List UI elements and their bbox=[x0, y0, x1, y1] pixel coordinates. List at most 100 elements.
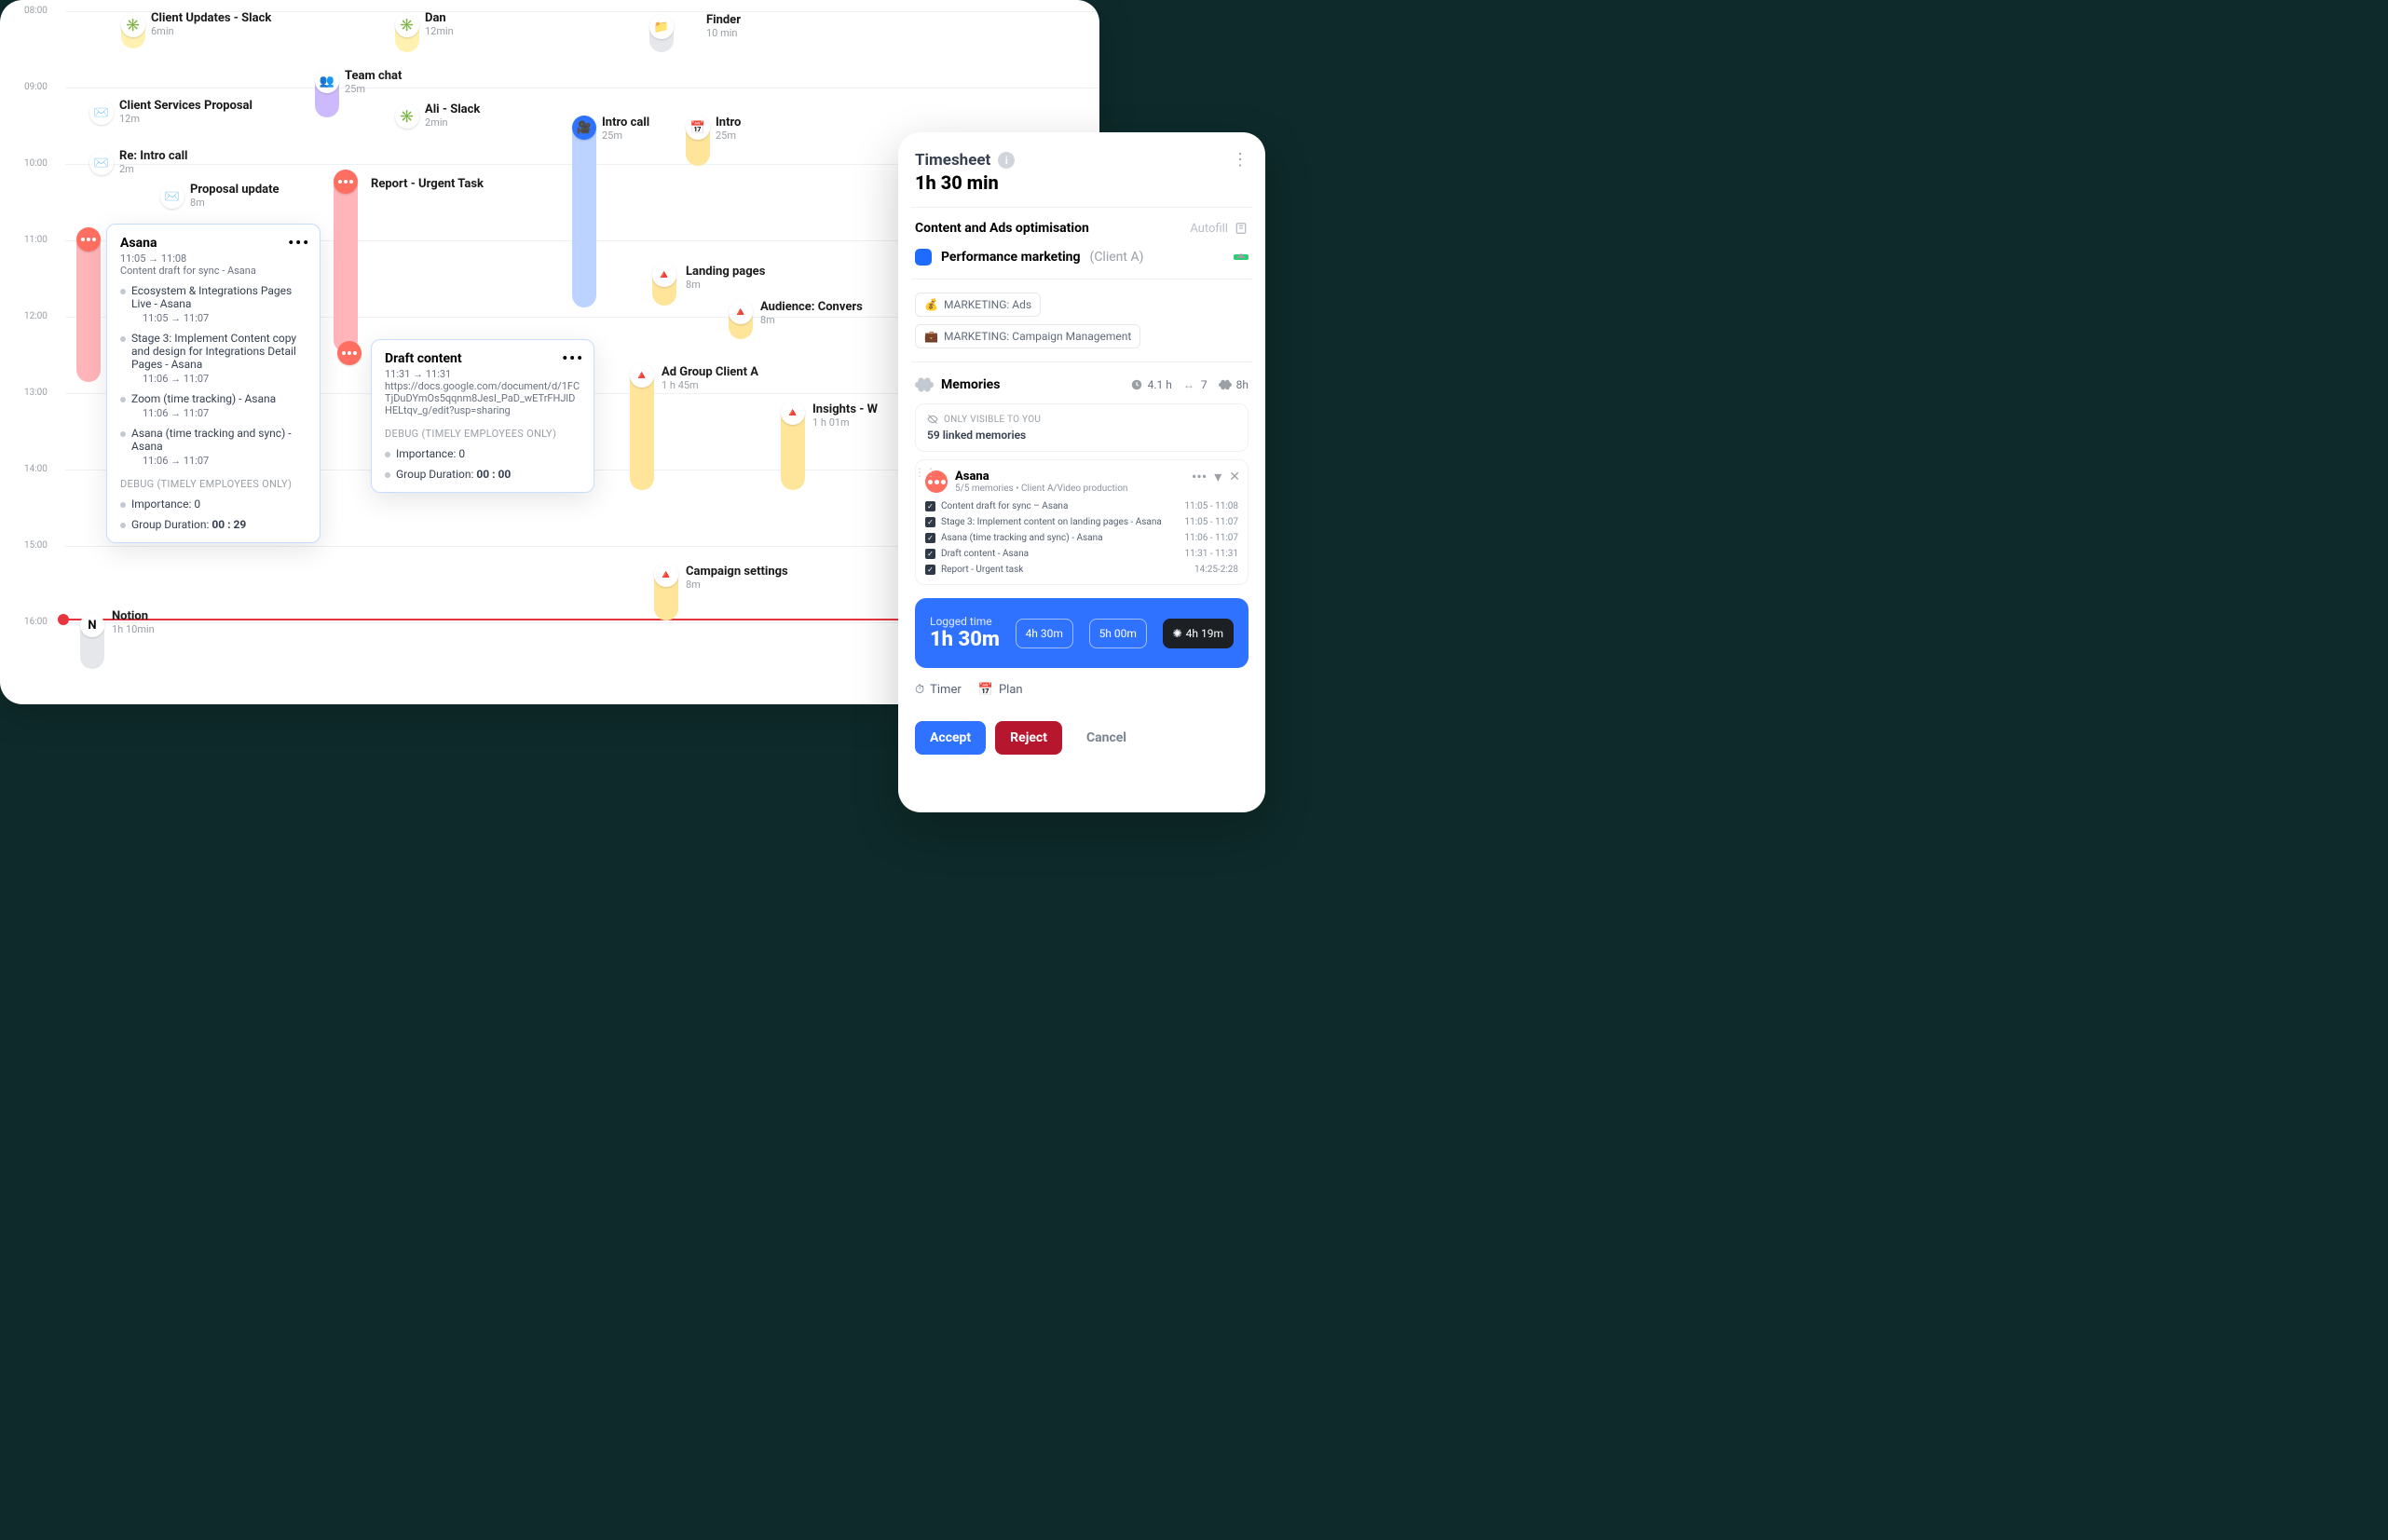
event-popover-asana[interactable]: ••• Asana 11:05 → 11:08 Content draft fo… bbox=[106, 224, 321, 543]
tag-chip[interactable]: 💰MARKETING: Ads bbox=[915, 293, 1041, 317]
event-pill[interactable] bbox=[334, 175, 358, 352]
slack-icon: ✳️ bbox=[121, 13, 145, 37]
event-label: Finder10 min bbox=[706, 13, 741, 39]
time-label: 09:00 bbox=[24, 82, 48, 92]
suggestion-button[interactable]: 5h 00m bbox=[1089, 619, 1147, 648]
event-pill[interactable] bbox=[572, 121, 596, 307]
project-color bbox=[915, 249, 932, 266]
googleads-icon: 🔺 bbox=[654, 563, 678, 587]
memories-label: Memories bbox=[941, 377, 1000, 392]
event-label: Intro25m bbox=[716, 116, 741, 142]
chevron-down-icon[interactable]: ▾ bbox=[1214, 468, 1221, 485]
accept-button[interactable]: Accept bbox=[915, 721, 986, 755]
zoom-icon: 🎥 bbox=[572, 116, 596, 140]
asana-icon bbox=[337, 341, 362, 365]
more-icon[interactable]: ••• bbox=[1192, 468, 1207, 485]
event-label: Client Updates - Slack6min bbox=[151, 11, 271, 37]
brain-icon: ✺ bbox=[1173, 627, 1182, 640]
teams-icon: 👥 bbox=[315, 69, 339, 93]
time-label: 10:00 bbox=[24, 158, 48, 169]
now-indicator-dot bbox=[58, 614, 69, 625]
event-pill[interactable] bbox=[76, 233, 101, 382]
event-label: Insights - W1 h 01m bbox=[812, 402, 878, 429]
eye-off-icon bbox=[927, 414, 938, 425]
debug-label: DEBUG (TIMELY EMPLOYEES ONLY) bbox=[120, 478, 307, 490]
event-popover-draft[interactable]: ••• Draft content 11:31 → 11:31 https://… bbox=[371, 339, 594, 493]
event-label: Ali - Slack2min bbox=[425, 102, 480, 129]
panel-duration: 1h 30 min bbox=[915, 171, 1249, 194]
briefcase-icon: 💼 bbox=[924, 330, 938, 343]
cancel-button[interactable]: Cancel bbox=[1071, 721, 1141, 755]
gmail-icon: ✉️ bbox=[89, 151, 114, 175]
memory-card[interactable]: ⋮⋮ ••• ▾ ✕ Asana 5/5 memories • Client A… bbox=[915, 459, 1249, 585]
time-label: 14:00 bbox=[24, 464, 48, 474]
popover-title: Asana bbox=[120, 236, 307, 251]
event-label: Client Services Proposal12m bbox=[119, 99, 252, 125]
logged-value: 1h 30m bbox=[930, 628, 1000, 651]
event-label: Proposal update8m bbox=[190, 183, 280, 209]
asana-icon bbox=[334, 170, 358, 194]
checkbox[interactable]: ✓ bbox=[925, 501, 935, 511]
popover-subtitle: Content draft for sync - Asana bbox=[120, 265, 307, 277]
autofill-button[interactable]: Autofill bbox=[1190, 221, 1249, 236]
logged-label: Logged time bbox=[930, 615, 1000, 628]
drag-handle-icon[interactable]: ⋮⋮ bbox=[914, 470, 936, 475]
popover-url: https://docs.google.com/document/d/1FCTj… bbox=[385, 380, 580, 416]
googleads-icon: 🔺 bbox=[652, 263, 676, 287]
googleads-icon: 🔺 bbox=[630, 363, 654, 388]
more-icon[interactable]: ••• bbox=[288, 234, 310, 252]
more-icon[interactable]: ⋮ bbox=[1232, 157, 1249, 163]
time-label: 16:00 bbox=[24, 617, 48, 627]
timesheet-panel: Timesheet i ⋮ 1h 30 min Content and Ads … bbox=[898, 132, 1265, 812]
stat-total: 8h bbox=[1219, 378, 1249, 391]
event-label: Notion1h 10min bbox=[112, 609, 155, 635]
popover-title: Draft content bbox=[385, 351, 580, 366]
event-label: Report - Urgent Task bbox=[371, 177, 484, 191]
suggestion-button[interactable]: 4h 30m bbox=[1016, 619, 1073, 648]
stat-count: ↔7 bbox=[1183, 378, 1208, 391]
panel-title: Timesheet bbox=[915, 151, 990, 170]
dropdown-indicator-icon bbox=[1234, 254, 1249, 260]
timer-button[interactable]: ⏱Timer bbox=[915, 683, 962, 697]
checkbox[interactable]: ✓ bbox=[925, 549, 935, 559]
asana-icon bbox=[76, 227, 101, 252]
finder-icon: 📁 bbox=[649, 15, 674, 39]
checkbox[interactable]: ✓ bbox=[925, 533, 935, 543]
brain-icon bbox=[915, 375, 934, 394]
logged-time-card: Logged time 1h 30m 4h 30m 5h 00m ✺4h 19m bbox=[915, 598, 1249, 668]
slack-icon: ✳️ bbox=[395, 13, 419, 37]
project-name: Performance marketing bbox=[941, 250, 1081, 265]
time-label: 12:00 bbox=[24, 311, 48, 321]
event-label: Team chat25m bbox=[345, 69, 402, 95]
stopwatch-icon: ⏱ bbox=[915, 683, 924, 697]
time-label: 13:00 bbox=[24, 388, 48, 398]
checkbox[interactable]: ✓ bbox=[925, 565, 935, 575]
suggestion-button-ai[interactable]: ✺4h 19m bbox=[1163, 619, 1234, 648]
event-label: Re: Intro call2m bbox=[119, 149, 187, 175]
googleads-icon: 🔺 bbox=[781, 401, 805, 425]
info-icon[interactable]: i bbox=[998, 152, 1015, 169]
event-label: Campaign settings8m bbox=[686, 565, 788, 591]
memory-title: Asana bbox=[955, 470, 1127, 484]
tag-chip[interactable]: 💼MARKETING: Campaign Management bbox=[915, 324, 1140, 348]
section-title: Content and Ads optimisation bbox=[915, 221, 1089, 236]
event-label: Intro call25m bbox=[602, 116, 649, 142]
calendar-icon: 📅 bbox=[978, 683, 993, 697]
stat-hours: 4.1 h bbox=[1130, 378, 1172, 391]
popover-time: 11:31 → 11:31 bbox=[385, 368, 580, 380]
project-selector[interactable]: Performance marketing (Client A) bbox=[915, 249, 1249, 266]
googleads-icon: 🔺 bbox=[729, 300, 753, 324]
autofill-icon bbox=[1234, 221, 1249, 236]
popover-time: 11:05 → 11:08 bbox=[120, 252, 307, 265]
linked-memories-card[interactable]: ONLY VISIBLE TO YOU 59 linked memories bbox=[915, 403, 1249, 452]
checkbox[interactable]: ✓ bbox=[925, 517, 935, 527]
plan-button[interactable]: 📅Plan bbox=[978, 683, 1023, 697]
gmail-icon: ✉️ bbox=[160, 184, 184, 209]
project-client: (Client A) bbox=[1090, 250, 1144, 265]
linked-count: 59 linked memories bbox=[927, 429, 1236, 442]
reject-button[interactable]: Reject bbox=[995, 721, 1062, 755]
time-label: 15:00 bbox=[24, 540, 48, 551]
event-label: Dan12min bbox=[425, 11, 454, 37]
more-icon[interactable]: ••• bbox=[562, 349, 584, 367]
close-icon[interactable]: ✕ bbox=[1229, 470, 1240, 484]
